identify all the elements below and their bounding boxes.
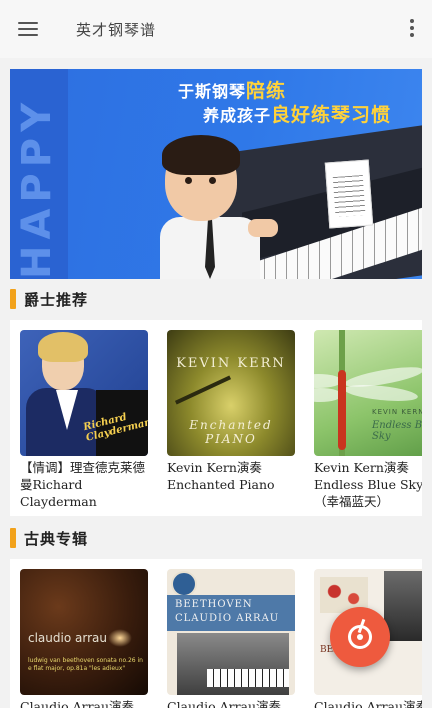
album-cover: KEVIN KERN Enchanted PIANO <box>167 330 295 456</box>
child-hand <box>248 219 278 237</box>
cover-detail: ludwig van beethoven sonata no.26 in e f… <box>28 657 143 672</box>
child-eye <box>209 177 216 184</box>
top-app-bar: 英才钢琴谱 <box>0 0 432 58</box>
album-caption: Kevin Kern演奏Endless Blue Sky（幸福蓝天） <box>314 460 422 509</box>
more-vertical-icon[interactable] <box>408 19 416 39</box>
child-eye <box>185 177 192 184</box>
app-title: 英才钢琴谱 <box>76 21 157 39</box>
album-cover: KEVIN KERN Endless Blue Sky <box>314 330 422 456</box>
sheet-music-icon <box>324 159 374 229</box>
cover-artist: KEVIN KERN <box>372 408 422 416</box>
banner-line1-text: 于斯钢琴 <box>178 82 247 101</box>
section-header-classical: 古典专辑 <box>10 527 88 549</box>
cover-album: Endless Blue Sky <box>372 420 422 442</box>
cover-art-branch <box>174 375 232 405</box>
banner-line2-text: 养成孩子 <box>203 106 272 125</box>
cover-art-hair <box>38 332 88 362</box>
banner-line2-highlight: 良好练琴习惯 <box>271 104 392 126</box>
section-accent-bar <box>10 289 16 309</box>
hamburger-menu-icon[interactable] <box>18 20 40 38</box>
cover-artist: claudio arrau <box>28 631 107 645</box>
album-card[interactable]: claudio arrau ludwig van beethoven sonat… <box>20 569 148 708</box>
album-caption: Claudio Arrau演奏 <box>314 699 422 708</box>
cover-artist: CLAUDIO ARRAU <box>175 613 280 624</box>
app-screen: 英才钢琴谱 HAPPY 于斯钢琴陪练 养成孩子良好练琴习惯 爵士推荐 Richa… <box>0 0 432 708</box>
album-cover: Richard Clayderman <box>20 330 148 456</box>
cover-label-seal <box>171 571 197 597</box>
album-cover: BEETHOVEN CLAUDIO ARRAU <box>167 569 295 695</box>
banner-headline-1: 于斯钢琴陪练 <box>178 76 286 103</box>
banner-vertical-text: HAPPY <box>14 96 60 279</box>
album-caption: Claudio Arrau演奏 <box>167 699 282 708</box>
banner-line1-highlight: 陪练 <box>246 80 287 102</box>
cover-art-keys <box>207 669 289 687</box>
cover-art-wing <box>343 382 419 404</box>
album-cover: claudio arrau ludwig van beethoven sonat… <box>20 569 148 695</box>
music-player-fab[interactable] <box>330 607 390 667</box>
album-card[interactable]: KEVIN KERN Enchanted PIANO Kevin Kern演奏E… <box>167 330 295 493</box>
album-row-jazz[interactable]: Richard Clayderman 【情调】理查德克莱德曼Richard Cl… <box>10 320 422 516</box>
banner-headline-2: 养成孩子良好练琴习惯 <box>203 100 391 127</box>
promo-banner[interactable]: HAPPY 于斯钢琴陪练 养成孩子良好练琴习惯 <box>10 69 422 279</box>
album-caption: 【情调】理查德克莱德曼Richard Clayderman <box>20 460 146 509</box>
child-hair <box>162 135 240 175</box>
cover-art-dragonfly <box>338 370 346 450</box>
cover-album: Enchanted PIANO <box>189 418 273 446</box>
album-card[interactable]: KEVIN KERN Endless Blue Sky Kevin Kern演奏… <box>314 330 422 510</box>
cover-art-glow <box>108 629 132 647</box>
album-caption: Claudio Arrau演奏 <box>20 699 135 708</box>
cover-artist: KEVIN KERN <box>176 356 286 371</box>
cover-portrait <box>384 571 422 641</box>
section-title: 爵士推荐 <box>24 290 89 309</box>
album-card[interactable]: BEETHOVEN CLAUDIO ARRAU Claudio Arrau演奏 <box>167 569 295 708</box>
section-header-jazz: 爵士推荐 <box>10 288 88 310</box>
section-title: 古典专辑 <box>24 529 89 548</box>
album-caption: Kevin Kern演奏Enchanted Piano <box>167 460 275 492</box>
section-accent-bar <box>10 528 16 548</box>
cover-composer: BEETHOVEN <box>175 599 253 610</box>
album-card[interactable]: Richard Clayderman 【情调】理查德克莱德曼Richard Cl… <box>20 330 148 510</box>
